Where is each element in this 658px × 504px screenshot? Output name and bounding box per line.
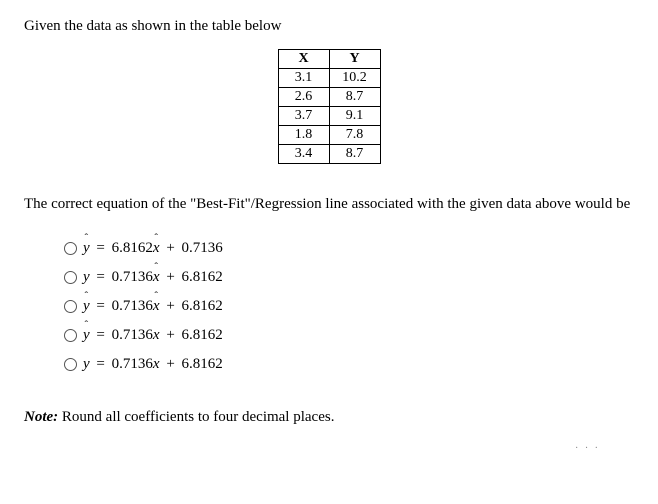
plus-sign: + [163,327,177,343]
ellipsis-icon: · · · [575,443,600,454]
cell-x: 1.8 [278,126,329,145]
choice-equation: y = 0.7136x + 6.8162 [83,356,223,373]
x-symbol: x [153,356,160,372]
equals-sign: = [93,298,107,314]
plus-sign: + [163,298,177,314]
table-row: 2.6 8.7 [278,88,380,107]
table-row: 3.4 8.7 [278,145,380,164]
equals-sign: = [93,356,107,372]
intercept-value: 6.8162 [182,298,223,314]
radio-icon[interactable] [64,271,77,284]
y-symbol: y [83,356,90,372]
cell-y: 9.1 [329,107,380,126]
col-header-y: Y [329,50,380,69]
slope-value: 0.7136 [112,269,153,285]
intercept-value: 6.8162 [182,327,223,343]
question-text: The correct equation of the "Best-Fit"/R… [24,192,634,216]
intercept-value: 6.8162 [182,356,223,372]
cell-y: 8.7 [329,145,380,164]
choice-equation: y = 0.7136ˆx + 6.8162 [83,269,223,286]
choice-equation: ˆy = 6.8162ˆx + 0.7136 [83,240,223,257]
xhat-symbol: ˆx [153,298,160,315]
cell-x: 2.6 [278,88,329,107]
choice-d[interactable]: ˆy = 0.7136x + 6.8162 [64,327,634,344]
x-symbol: x [153,327,160,343]
choice-e[interactable]: y = 0.7136x + 6.8162 [64,356,634,373]
table-row: 1.8 7.8 [278,126,380,145]
radio-icon[interactable] [64,329,77,342]
cell-x: 3.7 [278,107,329,126]
table-row: 3.1 10.2 [278,69,380,88]
choice-equation: ˆy = 0.7136ˆx + 6.8162 [83,298,223,315]
cell-x: 3.1 [278,69,329,88]
choices-group: ˆy = 6.8162ˆx + 0.7136 y = 0.7136ˆx + 6.… [64,240,634,373]
note-label: Note: [24,409,58,425]
choice-equation: ˆy = 0.7136x + 6.8162 [83,327,223,344]
page-root: Given the data as shown in the table bel… [24,18,634,486]
note-text: Round all coefficients to four decimal p… [58,409,334,425]
cell-y: 8.7 [329,88,380,107]
radio-icon[interactable] [64,242,77,255]
data-table-wrap: X Y 3.1 10.2 2.6 8.7 3.7 9.1 1.8 7.8 3.4… [24,49,634,164]
note: Note: Round all coefficients to four dec… [24,409,634,426]
slope-value: 0.7136 [112,356,153,372]
slope-value: 0.7136 [112,298,153,314]
cell-x: 3.4 [278,145,329,164]
data-table: X Y 3.1 10.2 2.6 8.7 3.7 9.1 1.8 7.8 3.4… [278,49,381,164]
plus-sign: + [163,356,177,372]
yhat-symbol: ˆy [83,240,90,257]
choice-a[interactable]: ˆy = 6.8162ˆx + 0.7136 [64,240,634,257]
intercept-value: 0.7136 [182,240,223,256]
yhat-symbol: ˆy [83,298,90,315]
yhat-symbol: ˆy [83,327,90,344]
choice-c[interactable]: ˆy = 0.7136ˆx + 6.8162 [64,298,634,315]
cell-y: 7.8 [329,126,380,145]
equals-sign: = [93,269,107,285]
slope-value: 6.8162 [112,240,153,256]
radio-icon[interactable] [64,358,77,371]
equals-sign: = [93,327,107,343]
table-header-row: X Y [278,50,380,69]
choice-b[interactable]: y = 0.7136ˆx + 6.8162 [64,269,634,286]
equals-sign: = [93,240,107,256]
radio-icon[interactable] [64,300,77,313]
plus-sign: + [163,240,177,256]
intercept-value: 6.8162 [182,269,223,285]
xhat-symbol: ˆx [153,269,160,286]
intro-text: Given the data as shown in the table bel… [24,18,634,35]
col-header-x: X [278,50,329,69]
cell-y: 10.2 [329,69,380,88]
xhat-symbol: ˆx [153,240,160,257]
slope-value: 0.7136 [112,327,153,343]
y-symbol: y [83,269,90,285]
table-row: 3.7 9.1 [278,107,380,126]
plus-sign: + [163,269,177,285]
